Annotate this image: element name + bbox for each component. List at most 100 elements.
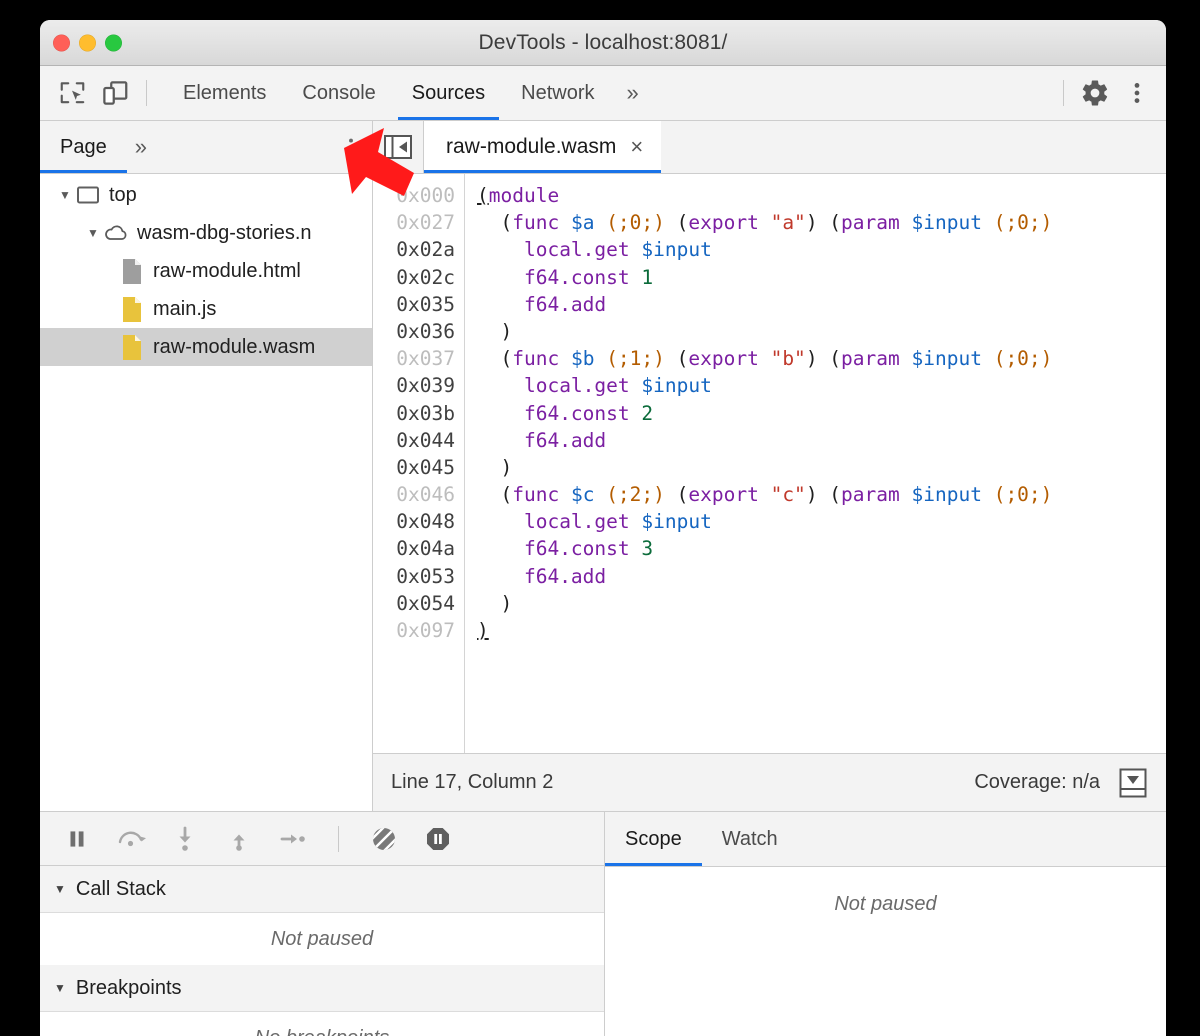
code-line[interactable]: ) [477,590,1166,617]
code-line[interactable]: (func $b (;1;) (export "b") (param $inpu… [477,345,1166,372]
inspect-element-button[interactable] [52,72,94,114]
devtools-window: DevTools - localhost:8081/ [40,20,1166,1036]
zoom-window-button[interactable] [105,34,122,51]
code-line[interactable]: local.get $input [477,372,1166,399]
tree-item-raw-module-wasm[interactable]: raw-module.wasm [40,328,372,366]
pause-on-exceptions-button[interactable] [419,820,457,858]
navigator-tab-page[interactable]: Page [40,121,127,173]
debugger-toolbar-divider [338,826,339,852]
code-line[interactable]: f64.add [477,563,1166,590]
tab-console[interactable]: Console [284,66,393,120]
navigator-more-tabs-button[interactable]: » [127,134,155,160]
line-number[interactable]: 0x039 [373,372,464,399]
debugger-sidebar-pane: Scope Watch Not paused [605,812,1166,1036]
settings-button[interactable] [1074,72,1116,114]
code-token: "b" [771,347,806,370]
step-out-of-current-function-button[interactable] [220,820,258,858]
line-number[interactable]: 0x046 [373,481,464,508]
show-drawer-button[interactable] [1118,767,1148,799]
code-line[interactable]: ) [477,617,1166,644]
code-token: "a" [771,211,806,234]
close-icon[interactable]: × [630,136,643,158]
window-controls [53,34,122,51]
code-line[interactable]: f64.const 2 [477,400,1166,427]
code-token: param [841,347,900,370]
code-token: param [841,483,900,506]
twisty-icon[interactable]: ▼ [54,981,66,995]
section-header-call-stack[interactable]: ▼ Call Stack [40,866,604,913]
close-window-button[interactable] [53,34,70,51]
toolbar-divider [146,80,147,106]
code-line[interactable]: (func $c (;2;) (export "c") (param $inpu… [477,481,1166,508]
step-button[interactable] [274,820,312,858]
tree-item-main-js[interactable]: main.js [40,290,372,328]
tab-elements[interactable]: Elements [165,66,284,120]
code-token [559,211,571,234]
code-line[interactable]: local.get $input [477,236,1166,263]
line-number[interactable]: 0x02a [373,236,464,263]
code-token [900,347,912,370]
step-over-next-function-call-button[interactable] [112,820,150,858]
line-number[interactable]: 0x036 [373,318,464,345]
twisty-icon[interactable]: ▼ [54,188,76,202]
more-panels-button[interactable]: » [613,66,653,120]
code-token: func [512,483,559,506]
tree-item-label: raw-module.html [153,260,301,283]
editor-tab-label: raw-module.wasm [446,135,616,159]
line-number[interactable]: 0x054 [373,590,464,617]
editor-tab-raw-module-wasm[interactable]: raw-module.wasm × [424,121,661,173]
code-token: ( [665,347,688,370]
line-number[interactable]: 0x053 [373,563,464,590]
section-header-breakpoints[interactable]: ▼ Breakpoints [40,965,604,1012]
code-token [630,537,642,560]
line-number[interactable]: 0x044 [373,427,464,454]
code-token [477,374,524,397]
code-token: export [688,347,758,370]
tree-item-domain[interactable]: ▼ wasm-dbg-stories.n [40,214,372,252]
minimize-window-button[interactable] [79,34,96,51]
line-number[interactable]: 0x027 [373,209,464,236]
tree-item-raw-module-html[interactable]: raw-module.html [40,252,372,290]
code-token: $a [571,211,594,234]
editor-status-bar: Line 17, Column 2 Coverage: n/a [373,753,1166,811]
code-editor[interactable]: 0x0000x0270x02a0x02c0x0350x0360x0370x039… [373,174,1166,753]
tab-sources[interactable]: Sources [394,66,503,120]
navigator-menu-button[interactable] [340,134,362,160]
code-token: f64.const [524,537,630,560]
tab-scope[interactable]: Scope [605,812,702,866]
twisty-icon[interactable]: ▼ [54,882,66,896]
code-line[interactable]: (func $a (;0;) (export "a") (param $inpu… [477,209,1166,236]
line-number[interactable]: 0x048 [373,508,464,535]
deactivate-breakpoints-button[interactable] [365,820,403,858]
line-number[interactable]: 0x045 [373,454,464,481]
panel-tabs: Elements Console Sources Network » [165,66,653,120]
code-line[interactable]: f64.add [477,427,1166,454]
twisty-icon[interactable]: ▼ [82,226,104,240]
device-toolbar-button[interactable] [94,72,136,114]
line-number[interactable]: 0x035 [373,291,464,318]
step-into-next-function-call-button[interactable] [166,820,204,858]
line-number[interactable]: 0x037 [373,345,464,372]
code-line[interactable]: f64.const 1 [477,264,1166,291]
tree-item-top[interactable]: ▼ top [40,176,372,214]
main-menu-button[interactable] [1116,72,1158,114]
line-number[interactable]: 0x02c [373,264,464,291]
tab-watch[interactable]: Watch [702,812,798,866]
code-line[interactable]: f64.const 3 [477,535,1166,562]
code-line[interactable]: local.get $input [477,508,1166,535]
code-line[interactable]: f64.add [477,291,1166,318]
code-line[interactable]: ) [477,454,1166,481]
code-line[interactable]: (module [477,182,1166,209]
line-number[interactable]: 0x000 [373,182,464,209]
tab-network[interactable]: Network [503,66,612,120]
code-content[interactable]: (module (func $a (;0;) (export "a") (par… [465,174,1166,753]
line-number[interactable]: 0x04a [373,535,464,562]
collapse-sidebar-button[interactable] [373,121,424,173]
breakpoints-empty-message: No breakpoints [40,1012,604,1036]
code-token: ( [477,483,512,506]
resume-script-execution-button[interactable] [58,820,96,858]
line-number[interactable]: 0x097 [373,617,464,644]
code-token: f64.const [524,402,630,425]
line-number[interactable]: 0x03b [373,400,464,427]
code-line[interactable]: ) [477,318,1166,345]
